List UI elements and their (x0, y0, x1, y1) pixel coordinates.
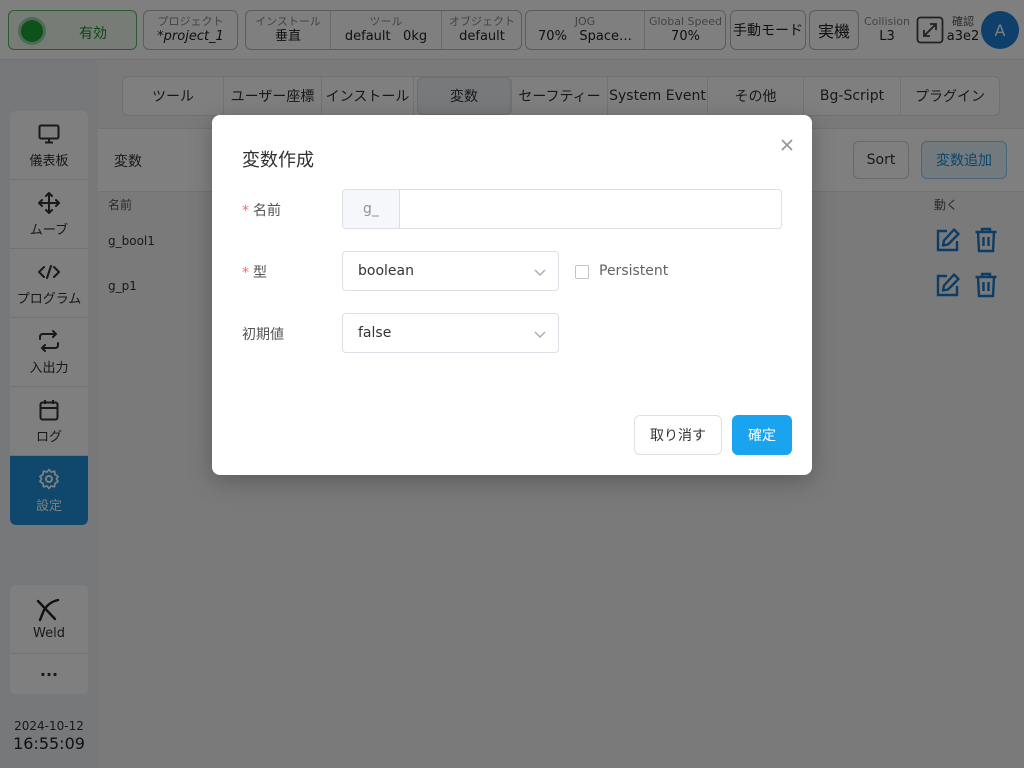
initial-value-select-value: false (358, 325, 392, 341)
confirm-button[interactable]: 確定 (732, 415, 792, 455)
required-mark: * (242, 265, 249, 281)
dialog-title: 変数作成 (242, 150, 314, 171)
chevron-down-icon (534, 266, 546, 278)
type-field-label: * 型 (242, 265, 267, 281)
name-field-label: * 名前 (242, 203, 281, 219)
close-icon[interactable] (778, 136, 796, 154)
cancel-button[interactable]: 取り消す (634, 415, 722, 455)
required-mark: * (242, 203, 249, 219)
persistent-checkbox[interactable] (575, 265, 589, 279)
persistent-label[interactable]: Persistent (599, 263, 668, 279)
name-field: g_ (342, 189, 782, 229)
initial-value-label: 初期値 (242, 327, 284, 343)
name-input[interactable] (401, 190, 781, 228)
initial-value-select[interactable]: false (342, 313, 559, 353)
chevron-down-icon (534, 328, 546, 340)
type-select-value: boolean (358, 263, 414, 279)
type-select[interactable]: boolean (342, 251, 559, 291)
name-prefix: g_ (343, 190, 400, 228)
create-variable-dialog: 変数作成 * 名前 g_ * 型 boolean Persistent 初期値 fa… (212, 115, 812, 475)
